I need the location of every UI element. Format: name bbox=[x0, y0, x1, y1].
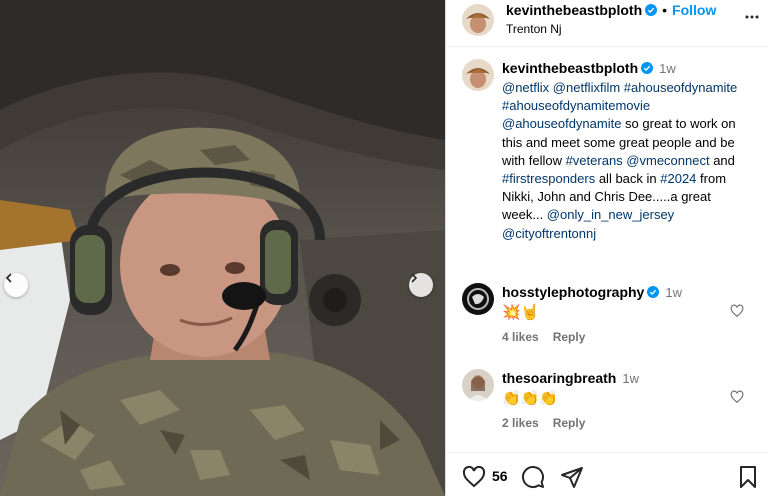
caption-user-line: kevinthebeastbploth 1w bbox=[502, 60, 676, 76]
chevron-right-icon bbox=[411, 273, 418, 283]
caption-tag-link[interactable]: #ahouseofdynamite bbox=[624, 80, 737, 95]
comment-body: 💥🤘 bbox=[502, 304, 540, 321]
comment-reply-button[interactable]: Reply bbox=[553, 416, 586, 430]
comment-reply-button[interactable]: Reply bbox=[553, 330, 586, 344]
caption-tag-link[interactable]: @vmeconnect bbox=[626, 153, 709, 168]
comment-icon[interactable] bbox=[521, 465, 545, 489]
verified-badge-icon bbox=[645, 4, 658, 16]
caption-tag-link[interactable]: @netflixfilm bbox=[553, 80, 620, 95]
caption-tag-link[interactable]: #2024 bbox=[660, 171, 696, 186]
heart-icon[interactable] bbox=[462, 465, 486, 489]
commenter-username[interactable]: thesoaringbreath bbox=[502, 370, 616, 386]
caption-text-segment: all back in bbox=[595, 171, 661, 187]
caption-text: @netflix @netflixfilm #ahouseofdynamite … bbox=[502, 79, 752, 243]
previous-photo-button[interactable] bbox=[4, 273, 28, 297]
comment-body: 👏👏👏 bbox=[502, 390, 559, 407]
caption-tag-link[interactable]: @cityoftrentonnj bbox=[502, 226, 596, 241]
caption-username[interactable]: kevinthebeastbploth bbox=[502, 60, 638, 76]
separator-dot: • bbox=[662, 2, 668, 18]
post-photo[interactable] bbox=[0, 0, 445, 496]
follow-button[interactable]: Follow bbox=[672, 2, 716, 18]
caption-tag-link[interactable]: #ahouseofdynamitemovie bbox=[502, 98, 650, 113]
caption-text-segment: and bbox=[709, 152, 735, 168]
commenter-avatar[interactable] bbox=[462, 369, 494, 401]
photo-illustration bbox=[0, 0, 445, 496]
caption-tag-link[interactable]: @only_in_new_jersey bbox=[547, 207, 674, 222]
post-action-bar: 56 bbox=[446, 452, 768, 496]
comment-meta: 4 likes Reply bbox=[502, 330, 599, 344]
caption-author-avatar[interactable] bbox=[462, 59, 494, 91]
next-photo-button[interactable] bbox=[409, 273, 433, 297]
verified-badge-icon bbox=[647, 286, 660, 298]
avatar-image bbox=[462, 59, 494, 91]
comment-user-line: hosstylephotography 1w bbox=[502, 284, 682, 300]
comment-time[interactable]: 1w bbox=[622, 371, 639, 386]
instagram-post: kevinthebeastbploth • Follow Trenton Nj ke… bbox=[0, 0, 768, 496]
bookmark-icon[interactable] bbox=[736, 465, 760, 489]
caption-tag-link[interactable]: #firstresponders bbox=[502, 171, 595, 186]
comment-user-line: thesoaringbreath 1w bbox=[502, 370, 639, 386]
chevron-left-icon bbox=[5, 273, 12, 283]
commenter-avatar[interactable] bbox=[462, 283, 494, 315]
comment-time[interactable]: 1w bbox=[665, 285, 682, 300]
comment-meta: 2 likes Reply bbox=[502, 416, 599, 430]
comment-likes[interactable]: 4 likes bbox=[502, 330, 539, 344]
heart-icon[interactable] bbox=[730, 304, 744, 318]
post-header: kevinthebeastbploth • Follow Trenton Nj bbox=[446, 0, 768, 47]
comment-item: thesoaringbreath 1w 👏👏👏 2 likes Reply bbox=[462, 369, 762, 439]
comment-likes[interactable]: 2 likes bbox=[502, 416, 539, 430]
avatar-image bbox=[462, 283, 494, 315]
share-icon[interactable] bbox=[560, 465, 584, 489]
heart-icon[interactable] bbox=[730, 390, 744, 404]
caption-time[interactable]: 1w bbox=[659, 61, 676, 76]
commenter-username[interactable]: hosstylephotography bbox=[502, 284, 644, 300]
comment-item: hosstylephotography 1w 💥🤘 4 likes Reply bbox=[462, 283, 762, 353]
verified-badge-icon bbox=[641, 62, 654, 74]
caption-tag-link[interactable]: #veterans bbox=[566, 153, 623, 168]
post-location[interactable]: Trenton Nj bbox=[506, 22, 562, 36]
avatar-image bbox=[462, 369, 494, 401]
more-options-icon[interactable] bbox=[745, 10, 759, 24]
author-username[interactable]: kevinthebeastbploth bbox=[506, 2, 642, 18]
post-details-panel: kevinthebeastbploth • Follow Trenton Nj ke… bbox=[445, 0, 768, 496]
like-count[interactable]: 56 bbox=[492, 468, 508, 484]
avatar-image bbox=[462, 4, 494, 36]
caption-tag-link[interactable]: @ahouseofdynamite bbox=[502, 116, 621, 131]
author-avatar[interactable] bbox=[462, 4, 494, 36]
header-title-row: kevinthebeastbploth • Follow bbox=[506, 2, 716, 18]
caption-tag-link[interactable]: @netflix bbox=[502, 80, 549, 95]
